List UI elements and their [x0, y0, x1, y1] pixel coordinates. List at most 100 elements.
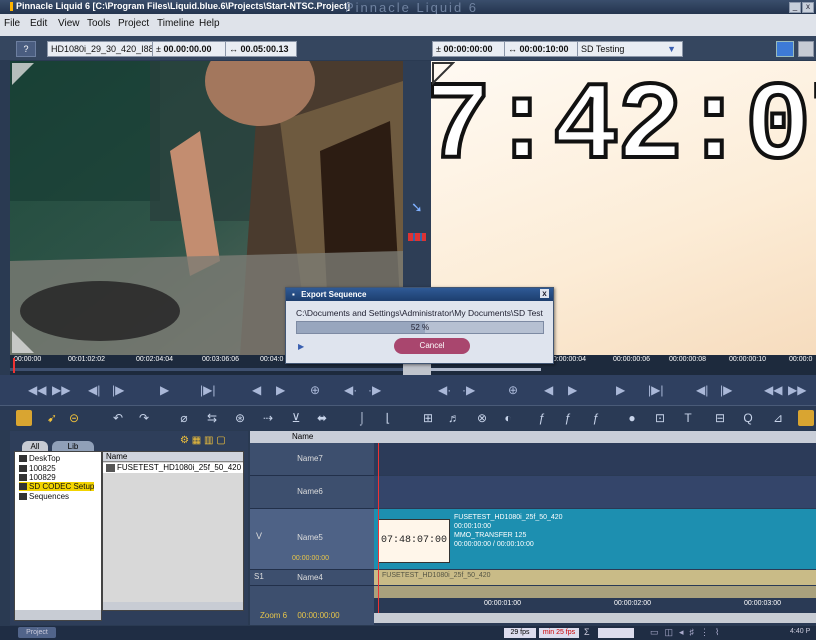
track-name5[interactable]: V Name5 00:00:00:00: [250, 509, 374, 570]
tree-item-100829[interactable]: 100829: [19, 473, 56, 482]
output-icon[interactable]: ⊿: [770, 410, 786, 426]
mark-out-icon[interactable]: ·▶: [368, 383, 381, 397]
match-frame-arrow-icon[interactable]: ➘: [411, 199, 423, 216]
help-button[interactable]: ?: [16, 41, 36, 57]
match-icon[interactable]: ⊕: [310, 383, 320, 397]
next-frame-icon[interactable]: |▶: [112, 383, 124, 397]
tree-item-sd-codec-setup[interactable]: SD CODEC Setup: [19, 482, 95, 491]
ripple-icon[interactable]: ⇢: [260, 410, 276, 426]
close-button[interactable]: x: [802, 2, 814, 13]
step-forward-icon[interactable]: ▶: [276, 383, 285, 397]
timeline-track-row[interactable]: [374, 476, 816, 508]
bin-tree[interactable]: DeskTop 100825 100829 SD CODEC Setup Seq…: [14, 451, 102, 621]
settings-icon[interactable]: [798, 41, 814, 57]
record-timecode-duration[interactable]: ↔ 00:00:10:00: [504, 41, 578, 57]
source-format-select[interactable]: HD1080i_29_30_420_I88P ▼: [47, 41, 171, 57]
render-icon[interactable]: ●: [624, 410, 640, 426]
fx-icon[interactable]: ƒ: [534, 410, 550, 426]
track-name6[interactable]: Name6: [250, 476, 374, 509]
effects-icon[interactable]: ⊛: [232, 410, 248, 426]
slide-icon[interactable]: ⌊: [380, 410, 396, 426]
step-back-icon[interactable]: ◀: [252, 383, 261, 397]
keyframe-icon[interactable]: ⊗: [474, 410, 490, 426]
record-match-icon[interactable]: ⊕: [508, 383, 518, 397]
fx-2-icon[interactable]: ƒ: [560, 410, 576, 426]
record-preset-select[interactable]: SD Testing ▼: [577, 41, 683, 57]
record-step-back-icon[interactable]: ◀: [544, 383, 553, 397]
record-play-to-end-icon[interactable]: |▶|: [648, 383, 663, 397]
audio-clip[interactable]: FUSETEST_HD1080i_25f_50_420: [374, 570, 816, 585]
bin-file-list[interactable]: Name FUSETEST_HD1080i_25f_50_420: [102, 451, 244, 611]
timeline-track-row[interactable]: [374, 443, 816, 475]
timeline-scrollbar[interactable]: [374, 613, 816, 623]
record-rewind-icon[interactable]: ◀◀: [764, 383, 782, 397]
timeline-playhead[interactable]: [378, 443, 379, 613]
mark-in-icon[interactable]: ◀·: [344, 383, 357, 397]
source-timecode-duration[interactable]: ↔ 00.05:00.13: [225, 41, 297, 57]
tree-item-desktop[interactable]: DeskTop: [19, 454, 60, 463]
play-to-end-icon[interactable]: |▶|: [200, 383, 215, 397]
file-column-header[interactable]: Name: [103, 452, 243, 462]
cancel-button[interactable]: Cancel: [394, 338, 470, 354]
bin-view-icons[interactable]: ⚙ ▦ ▥ ▢: [180, 435, 240, 449]
redo-icon[interactable]: ↷: [136, 410, 152, 426]
record-prev-frame-icon[interactable]: ◀|: [696, 383, 708, 397]
menu-view[interactable]: View: [58, 18, 80, 29]
menu-edit[interactable]: Edit: [30, 18, 47, 29]
status-icons[interactable]: ▭◫◂♯⋮⌇: [650, 627, 770, 639]
bin-icon[interactable]: [798, 410, 814, 426]
tree-item-100825[interactable]: 100825: [19, 464, 56, 473]
export-icon[interactable]: ⊟: [712, 410, 728, 426]
source-playhead[interactable]: [13, 358, 15, 373]
file-scrollbar[interactable]: [103, 602, 243, 610]
tree-scrollbar[interactable]: [15, 610, 101, 620]
menu-timeline[interactable]: Timeline: [157, 18, 194, 29]
razor-icon[interactable]: ⌀: [176, 410, 192, 426]
fit-icon[interactable]: ⊞: [420, 410, 436, 426]
video-clip[interactable]: 07:48:07:00 FUSETEST_HD1080i_25f_50_420 …: [374, 509, 816, 569]
menu-project[interactable]: Project: [118, 18, 149, 29]
source-timecode-in[interactable]: ± 00.00:00.00: [152, 41, 226, 57]
minimize-button[interactable]: _: [789, 2, 801, 13]
tree-item-sequences[interactable]: Sequences: [19, 492, 69, 501]
timeline[interactable]: 07:48:07:00 FUSETEST_HD1080i_25f_50_420 …: [374, 431, 816, 625]
record-fast-forward-icon[interactable]: ▶▶: [788, 383, 806, 397]
play-icon[interactable]: ▶: [160, 383, 169, 397]
track-name7[interactable]: Name7: [250, 443, 374, 476]
pointer-icon[interactable]: ➹: [44, 410, 60, 426]
file-row[interactable]: FUSETEST_HD1080i_25f_50_420: [103, 463, 243, 473]
record-next-frame-icon[interactable]: |▶: [720, 383, 732, 397]
trim-icon[interactable]: ⇆: [204, 410, 220, 426]
folder-icon[interactable]: [16, 410, 32, 426]
menu-help[interactable]: Help: [199, 18, 220, 29]
color-bars-icon[interactable]: [408, 233, 426, 241]
project-button[interactable]: Project: [18, 627, 56, 638]
expand-arrow-icon[interactable]: ▶: [298, 342, 304, 351]
mix-icon[interactable]: ◐: [500, 410, 516, 426]
undo-icon[interactable]: ↶: [110, 410, 126, 426]
record-step-forward-icon[interactable]: ▶: [568, 383, 577, 397]
record-mark-in-icon[interactable]: ◀·: [438, 383, 451, 397]
search-icon[interactable]: Q: [740, 410, 756, 426]
menu-file[interactable]: File: [4, 18, 20, 29]
record-play-icon[interactable]: ▶: [616, 383, 625, 397]
dialog-close-button[interactable]: x: [540, 289, 549, 298]
split-icon[interactable]: ⬌: [314, 410, 330, 426]
grid-view-icon[interactable]: [776, 41, 794, 57]
rewind-icon[interactable]: ◀◀: [28, 383, 46, 397]
fast-forward-icon[interactable]: ▶▶: [52, 383, 70, 397]
fx-3-icon[interactable]: ƒ: [588, 410, 604, 426]
slip-icon[interactable]: ⌡: [354, 410, 370, 426]
record-timecode-in[interactable]: ± 00:00:00:00: [432, 41, 506, 57]
filter-icon[interactable]: ⊻: [288, 410, 304, 426]
sigma-icon[interactable]: Σ: [584, 627, 590, 637]
menu-tools[interactable]: Tools: [87, 18, 110, 29]
timeline-ruler[interactable]: 00:00:01:00 00:00:02:00 00:00:03:00: [374, 599, 816, 611]
audio-icon[interactable]: ♬: [446, 410, 462, 426]
audio-clip[interactable]: [374, 586, 816, 598]
scene-icon[interactable]: ⊡: [652, 410, 668, 426]
title-icon[interactable]: T: [680, 410, 696, 426]
record-mark-out-icon[interactable]: ·▶: [462, 383, 475, 397]
track-name4[interactable]: S1 Name4: [250, 570, 374, 586]
prev-frame-icon[interactable]: ◀|: [88, 383, 100, 397]
